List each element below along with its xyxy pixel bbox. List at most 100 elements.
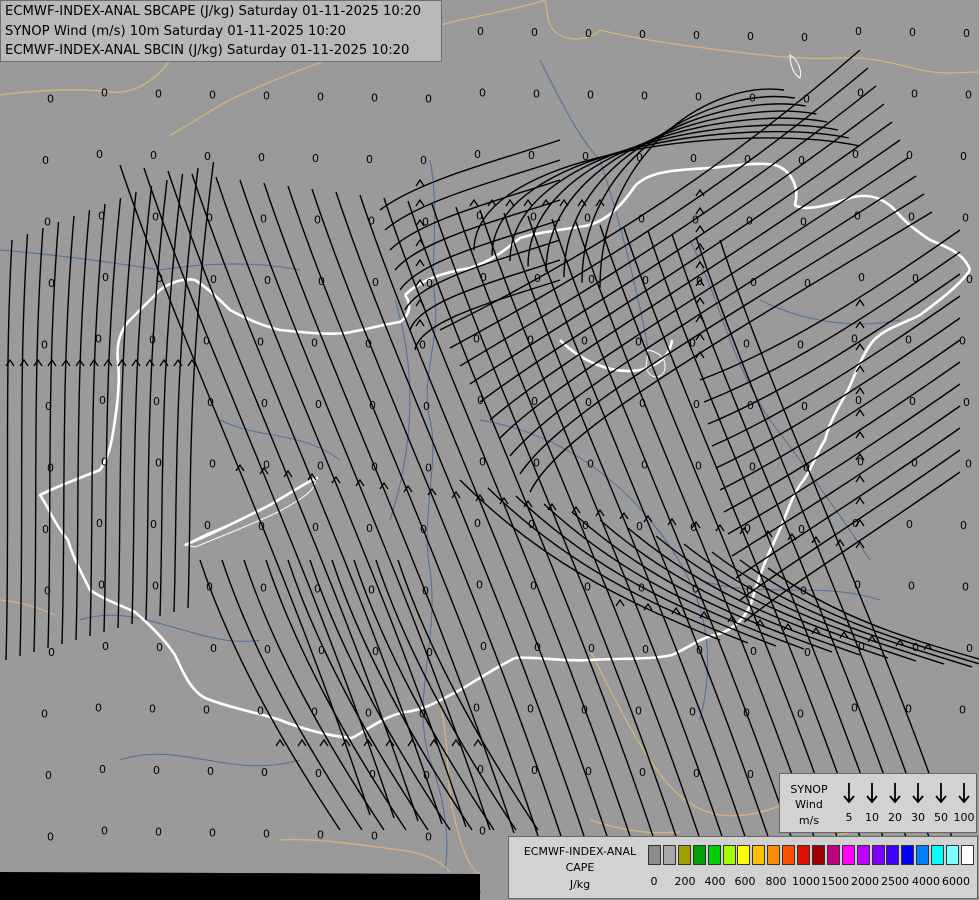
cape-tick-label: 6000 [942,875,970,888]
grid-value: 0 [150,149,157,162]
cape-tick-label: 600 [734,875,756,888]
cape-color-swatch [662,845,676,865]
grid-value: 0 [366,522,373,535]
grid-value: 0 [368,215,375,228]
grid-value: 0 [152,580,159,593]
grid-value: 0 [95,702,102,715]
grid-value: 0 [312,521,319,534]
cape-tick-label: 400 [704,875,726,888]
grid-value: 0 [960,519,967,532]
grid-value: 0 [584,581,591,594]
grid-value: 0 [911,88,918,101]
grid-value: 0 [639,397,646,410]
grid-value: 0 [318,275,325,288]
grid-value: 0 [153,764,160,777]
grid-value: 0 [477,394,484,407]
grid-value: 0 [533,457,540,470]
grid-value: 0 [474,148,481,161]
grid-value: 0 [798,523,805,536]
cape-tick-label: 2000 [851,875,879,888]
cape-legend-unit: J/kg [569,878,591,891]
grid-value: 0 [207,765,214,778]
grid-value: 0 [854,210,861,223]
grid-value: 0 [98,210,105,223]
grid-value: 0 [41,708,48,721]
cape-color-swatch [960,845,974,865]
grid-value: 0 [41,339,48,352]
grid-value: 0 [692,583,699,596]
grid-value: 0 [689,337,696,350]
grid-value: 0 [426,646,433,659]
grid-value: 0 [695,91,702,104]
cape-color-swatch [901,845,915,865]
grid-value: 0 [368,584,375,597]
grid-value: 0 [528,518,535,531]
wind-arrow-icon [888,782,902,804]
grid-value: 0 [581,335,588,348]
grid-value: 0 [258,520,265,533]
grid-value: 0 [261,397,268,410]
grid-value: 0 [263,90,270,103]
wind-speed-label: 100 [953,811,975,824]
grid-value: 0 [96,517,103,530]
grid-value: 0 [912,272,919,285]
grid-value: 0 [474,517,481,530]
grid-value: 0 [317,829,324,842]
wind-arrow-icon [842,782,856,804]
grid-value: 0 [477,25,484,38]
grid-value: 0 [260,582,267,595]
cape-color-swatch [692,845,706,865]
grid-value: 0 [422,585,429,598]
grid-value: 0 [426,277,433,290]
cape-color-swatch [737,845,751,865]
grid-value: 0 [99,763,106,776]
grid-value: 0 [744,522,751,535]
cape-tick-label: 200 [674,875,696,888]
grid-value: 0 [963,396,970,409]
grid-value: 0 [635,705,642,718]
grid-value: 0 [585,396,592,409]
grid-value: 0 [155,88,162,101]
grid-value: 0 [965,458,972,471]
grid-value: 0 [692,214,699,227]
grid-value: 0 [366,153,373,166]
grid-value: 0 [479,456,486,469]
wind-arrow-icon [934,782,948,804]
grid-value: 0 [102,640,109,653]
grid-value: 0 [207,396,214,409]
cape-tick-label: 4000 [912,875,940,888]
grid-value: 0 [101,825,108,838]
wind-arrow-icon [911,782,925,804]
grid-value: 0 [48,646,55,659]
grid-value: 0 [857,87,864,100]
wind-speed-label: 30 [911,811,925,824]
grid-value: 0 [642,274,649,287]
grid-value: 0 [102,271,109,284]
grid-value: 0 [423,400,430,413]
grid-value: 0 [858,640,865,653]
grid-value: 0 [852,517,859,530]
grid-value: 0 [422,216,429,229]
cape-color-swatch [931,845,945,865]
grid-value: 0 [693,767,700,780]
grid-value: 0 [638,213,645,226]
grid-value: 0 [315,767,322,780]
grid-value: 0 [696,644,703,657]
grid-value: 0 [96,148,103,161]
grid-value: 0 [371,461,378,474]
grid-value: 0 [912,641,919,654]
grid-value: 0 [749,92,756,105]
cape-color-swatch [856,845,870,865]
grid-value: 0 [801,400,808,413]
grid-value: 0 [203,335,210,348]
grid-value: 0 [420,154,427,167]
grid-value: 0 [156,272,163,285]
grid-value: 0 [206,212,213,225]
cape-color-swatch [946,845,959,865]
grid-value: 0 [257,336,264,349]
grid-value: 0 [45,400,52,413]
grid-value: 0 [750,645,757,658]
grid-value: 0 [204,519,211,532]
grid-value: 0 [209,458,216,471]
grid-value: 0 [479,87,486,100]
